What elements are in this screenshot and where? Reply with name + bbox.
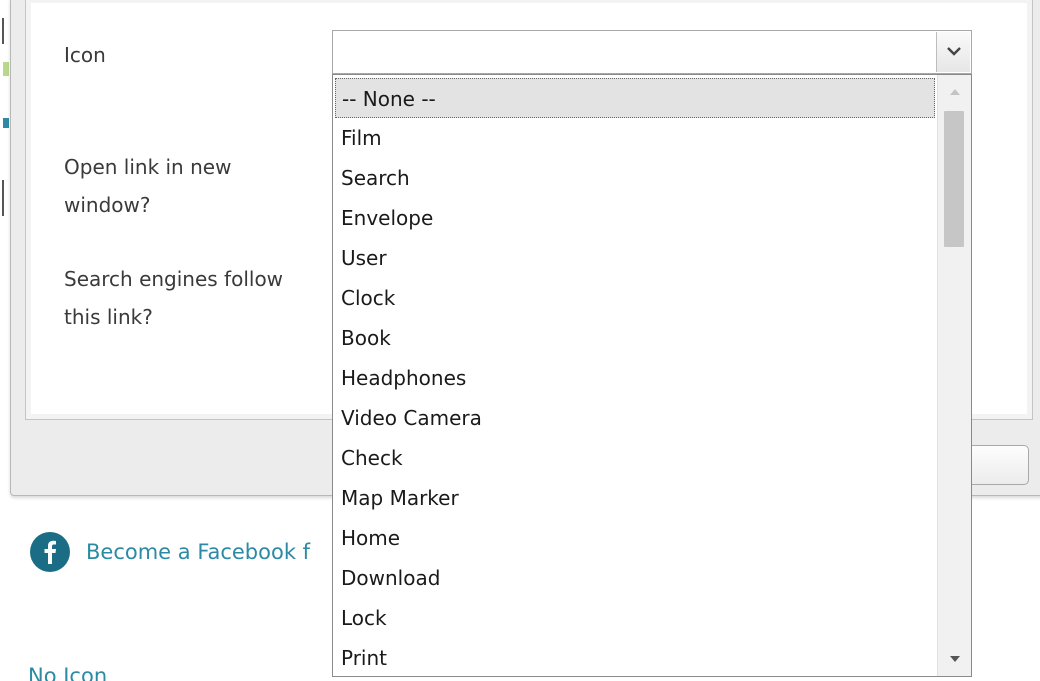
icon-select[interactable] xyxy=(332,30,972,74)
scroll-down-icon xyxy=(949,656,960,662)
dropdown-option[interactable]: Search xyxy=(333,158,935,198)
page-edge-green-mark xyxy=(3,62,9,76)
dropdown-option[interactable]: Envelope xyxy=(333,198,935,238)
screen: Icon Open link in new window? Search eng… xyxy=(0,0,1040,681)
scrollbar-thumb[interactable] xyxy=(944,111,964,247)
dropdown-option[interactable]: -- None -- xyxy=(335,78,935,118)
dropdown-option[interactable]: Book xyxy=(333,318,935,358)
page-edge-mark xyxy=(2,18,4,44)
dropdown-option[interactable]: Map Marker xyxy=(333,478,935,518)
page-edge-mark xyxy=(2,180,4,216)
dropdown-option[interactable]: Check xyxy=(333,438,935,478)
scroll-up-button[interactable] xyxy=(938,75,971,109)
dropdown-option[interactable]: Print xyxy=(333,638,935,676)
scroll-down-button[interactable] xyxy=(938,642,971,676)
dropdown-scrollbar[interactable] xyxy=(937,75,971,676)
dropdown-option[interactable]: Download xyxy=(333,558,935,598)
dialog-action-button[interactable] xyxy=(963,445,1029,485)
chevron-down-icon xyxy=(946,47,961,56)
page-edge-blue-mark xyxy=(3,118,9,128)
icon-label: Icon xyxy=(64,43,106,67)
no-icon-link[interactable]: No Icon xyxy=(28,664,107,681)
dropdown-option[interactable]: Film xyxy=(333,118,935,158)
open-new-window-label: Open link in new window? xyxy=(64,155,232,217)
select-dropdown-button[interactable] xyxy=(936,32,970,72)
facebook-link-text[interactable]: Become a Facebook f xyxy=(86,540,310,564)
facebook-icon xyxy=(30,532,70,572)
dropdown-options: -- None -- Film Search Envelope User Clock Boo… xyxy=(333,78,935,676)
dropdown-option[interactable]: Headphones xyxy=(333,358,935,398)
dropdown-option[interactable]: Home xyxy=(333,518,935,558)
facebook-link[interactable]: Become a Facebook f xyxy=(30,530,310,574)
dropdown-option[interactable]: Clock xyxy=(333,278,935,318)
scroll-up-icon xyxy=(949,89,960,95)
dropdown-option[interactable]: Video Camera xyxy=(333,398,935,438)
search-engines-follow-label: Search engines follow this link? xyxy=(64,267,284,329)
dropdown-option[interactable]: User xyxy=(333,238,935,278)
icon-dropdown-list[interactable]: -- None -- Film Search Envelope User Clock Boo… xyxy=(332,74,972,677)
dropdown-option[interactable]: Lock xyxy=(333,598,935,638)
